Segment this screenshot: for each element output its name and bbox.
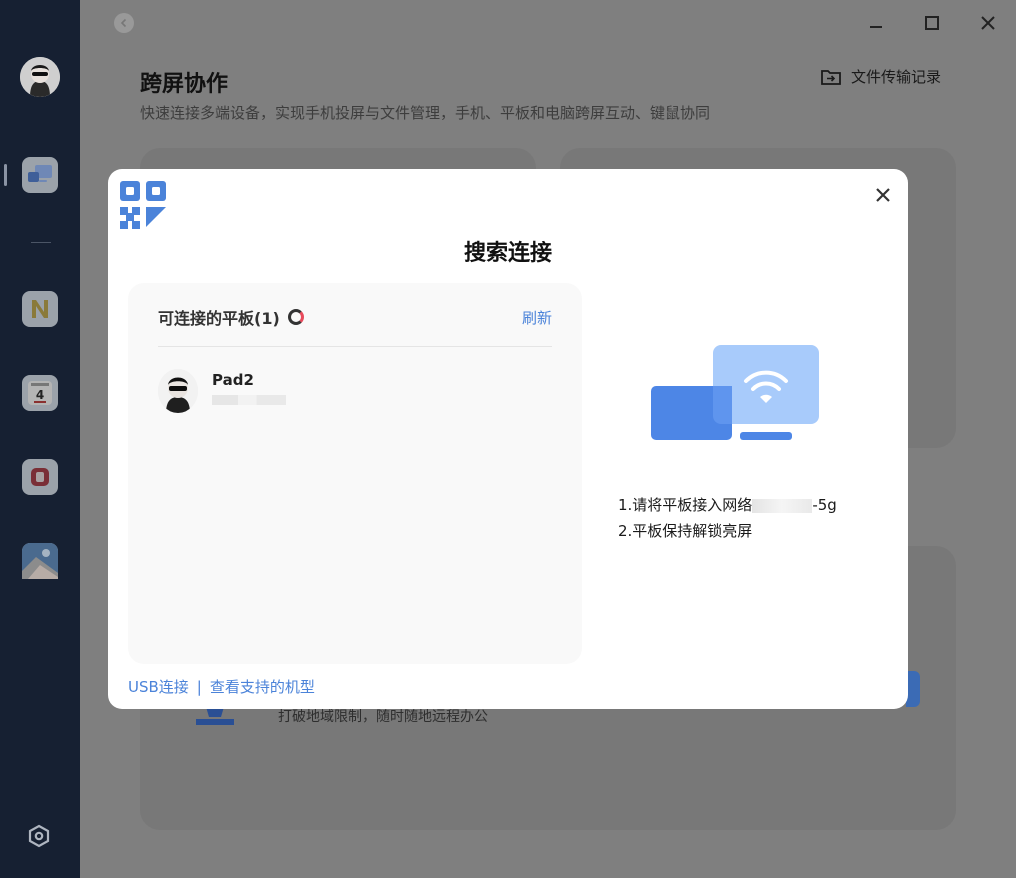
instruction-1-suffix: -5g (812, 496, 837, 514)
device-name: Pad2 (212, 371, 254, 389)
feature-description: 打破地域限制，随时随地远程办公 (278, 709, 488, 725)
back-button[interactable] (114, 13, 134, 33)
sidebar-item-cross-screen[interactable] (22, 157, 58, 193)
dialog-footer: USB连接 | 查看支持的机型 (128, 676, 315, 697)
supported-models-link[interactable]: 查看支持的机型 (210, 676, 315, 697)
list-divider (158, 346, 552, 347)
page-subtitle: 快速连接多端设备，实现手机投屏与文件管理，手机、平板和电脑跨屏互动、键鼠协同 (140, 104, 711, 122)
sidebar-item-calendar[interactable]: 4 (22, 375, 58, 411)
maximize-icon (925, 16, 939, 30)
user-avatar[interactable] (20, 57, 60, 97)
dialog-close-button[interactable] (871, 183, 895, 207)
gallery-app-icon (22, 543, 58, 579)
folder-transfer-icon (821, 69, 841, 85)
connection-instructions: 1.请将平板接入网络 -5g 2.平板保持解锁亮屏 (618, 492, 837, 544)
refresh-button[interactable]: 刷新 (522, 307, 552, 328)
instruction-line-1: 1.请将平板接入网络 -5g (618, 492, 837, 518)
settings-button[interactable] (26, 823, 52, 849)
network-name-redacted (752, 498, 813, 513)
transfer-log-button[interactable]: 文件传输记录 (821, 66, 941, 87)
avatar-icon (158, 369, 198, 413)
footer-separator: | (196, 677, 202, 696)
device-list-panel: 可连接的平板(1) 刷新 Pad2 (128, 283, 582, 664)
dialog-title: 搜索连接 (463, 241, 552, 266)
device-detail-redacted (212, 395, 286, 405)
device-list-item[interactable]: Pad2 (158, 369, 552, 417)
sidebar: 4 (0, 0, 80, 878)
avatar-icon (20, 57, 60, 97)
device-list-header: 可连接的平板(1) (158, 305, 304, 329)
transfer-log-label: 文件传输记录 (851, 68, 942, 86)
settings-icon (28, 824, 50, 848)
svg-text:4: 4 (36, 388, 44, 402)
search-connect-dialog: 搜索连接 可连接的平板(1) 刷新 Pad2 1.请将平板接入网络 -5g 2.… (108, 169, 908, 709)
maximize-button[interactable] (920, 11, 944, 35)
device-info: Pad2 (212, 369, 286, 405)
chevron-left-icon (120, 18, 127, 28)
minimize-button[interactable] (864, 11, 888, 35)
instruction-line-2: 2.平板保持解锁亮屏 (618, 522, 753, 540)
instruction-1-text: 1.请将平板接入网络 (618, 496, 753, 514)
window-close-button[interactable] (976, 11, 1000, 35)
device-list-title: 可连接的平板(1) (158, 309, 280, 328)
tablet-pc-illustration (651, 345, 819, 440)
close-icon (981, 16, 995, 30)
sidebar-divider (31, 242, 51, 243)
cross-screen-icon (28, 165, 52, 182)
loading-spinner-icon (287, 309, 304, 325)
calendar-icon: 4 (28, 381, 52, 405)
page-title: 跨屏协作 (140, 72, 229, 97)
usb-connect-link[interactable]: USB连接 (128, 676, 189, 697)
office-app-icon (31, 468, 49, 486)
sidebar-item-office[interactable] (22, 459, 58, 495)
close-icon (876, 188, 890, 202)
active-indicator (4, 164, 7, 186)
sidebar-item-notes[interactable] (22, 291, 58, 327)
notes-app-icon (32, 300, 48, 318)
sidebar-item-gallery[interactable] (22, 543, 58, 579)
feature-action-button[interactable] (906, 671, 920, 707)
device-avatar (158, 369, 198, 413)
qr-code-icon[interactable] (120, 181, 168, 229)
minimize-icon (870, 26, 882, 28)
